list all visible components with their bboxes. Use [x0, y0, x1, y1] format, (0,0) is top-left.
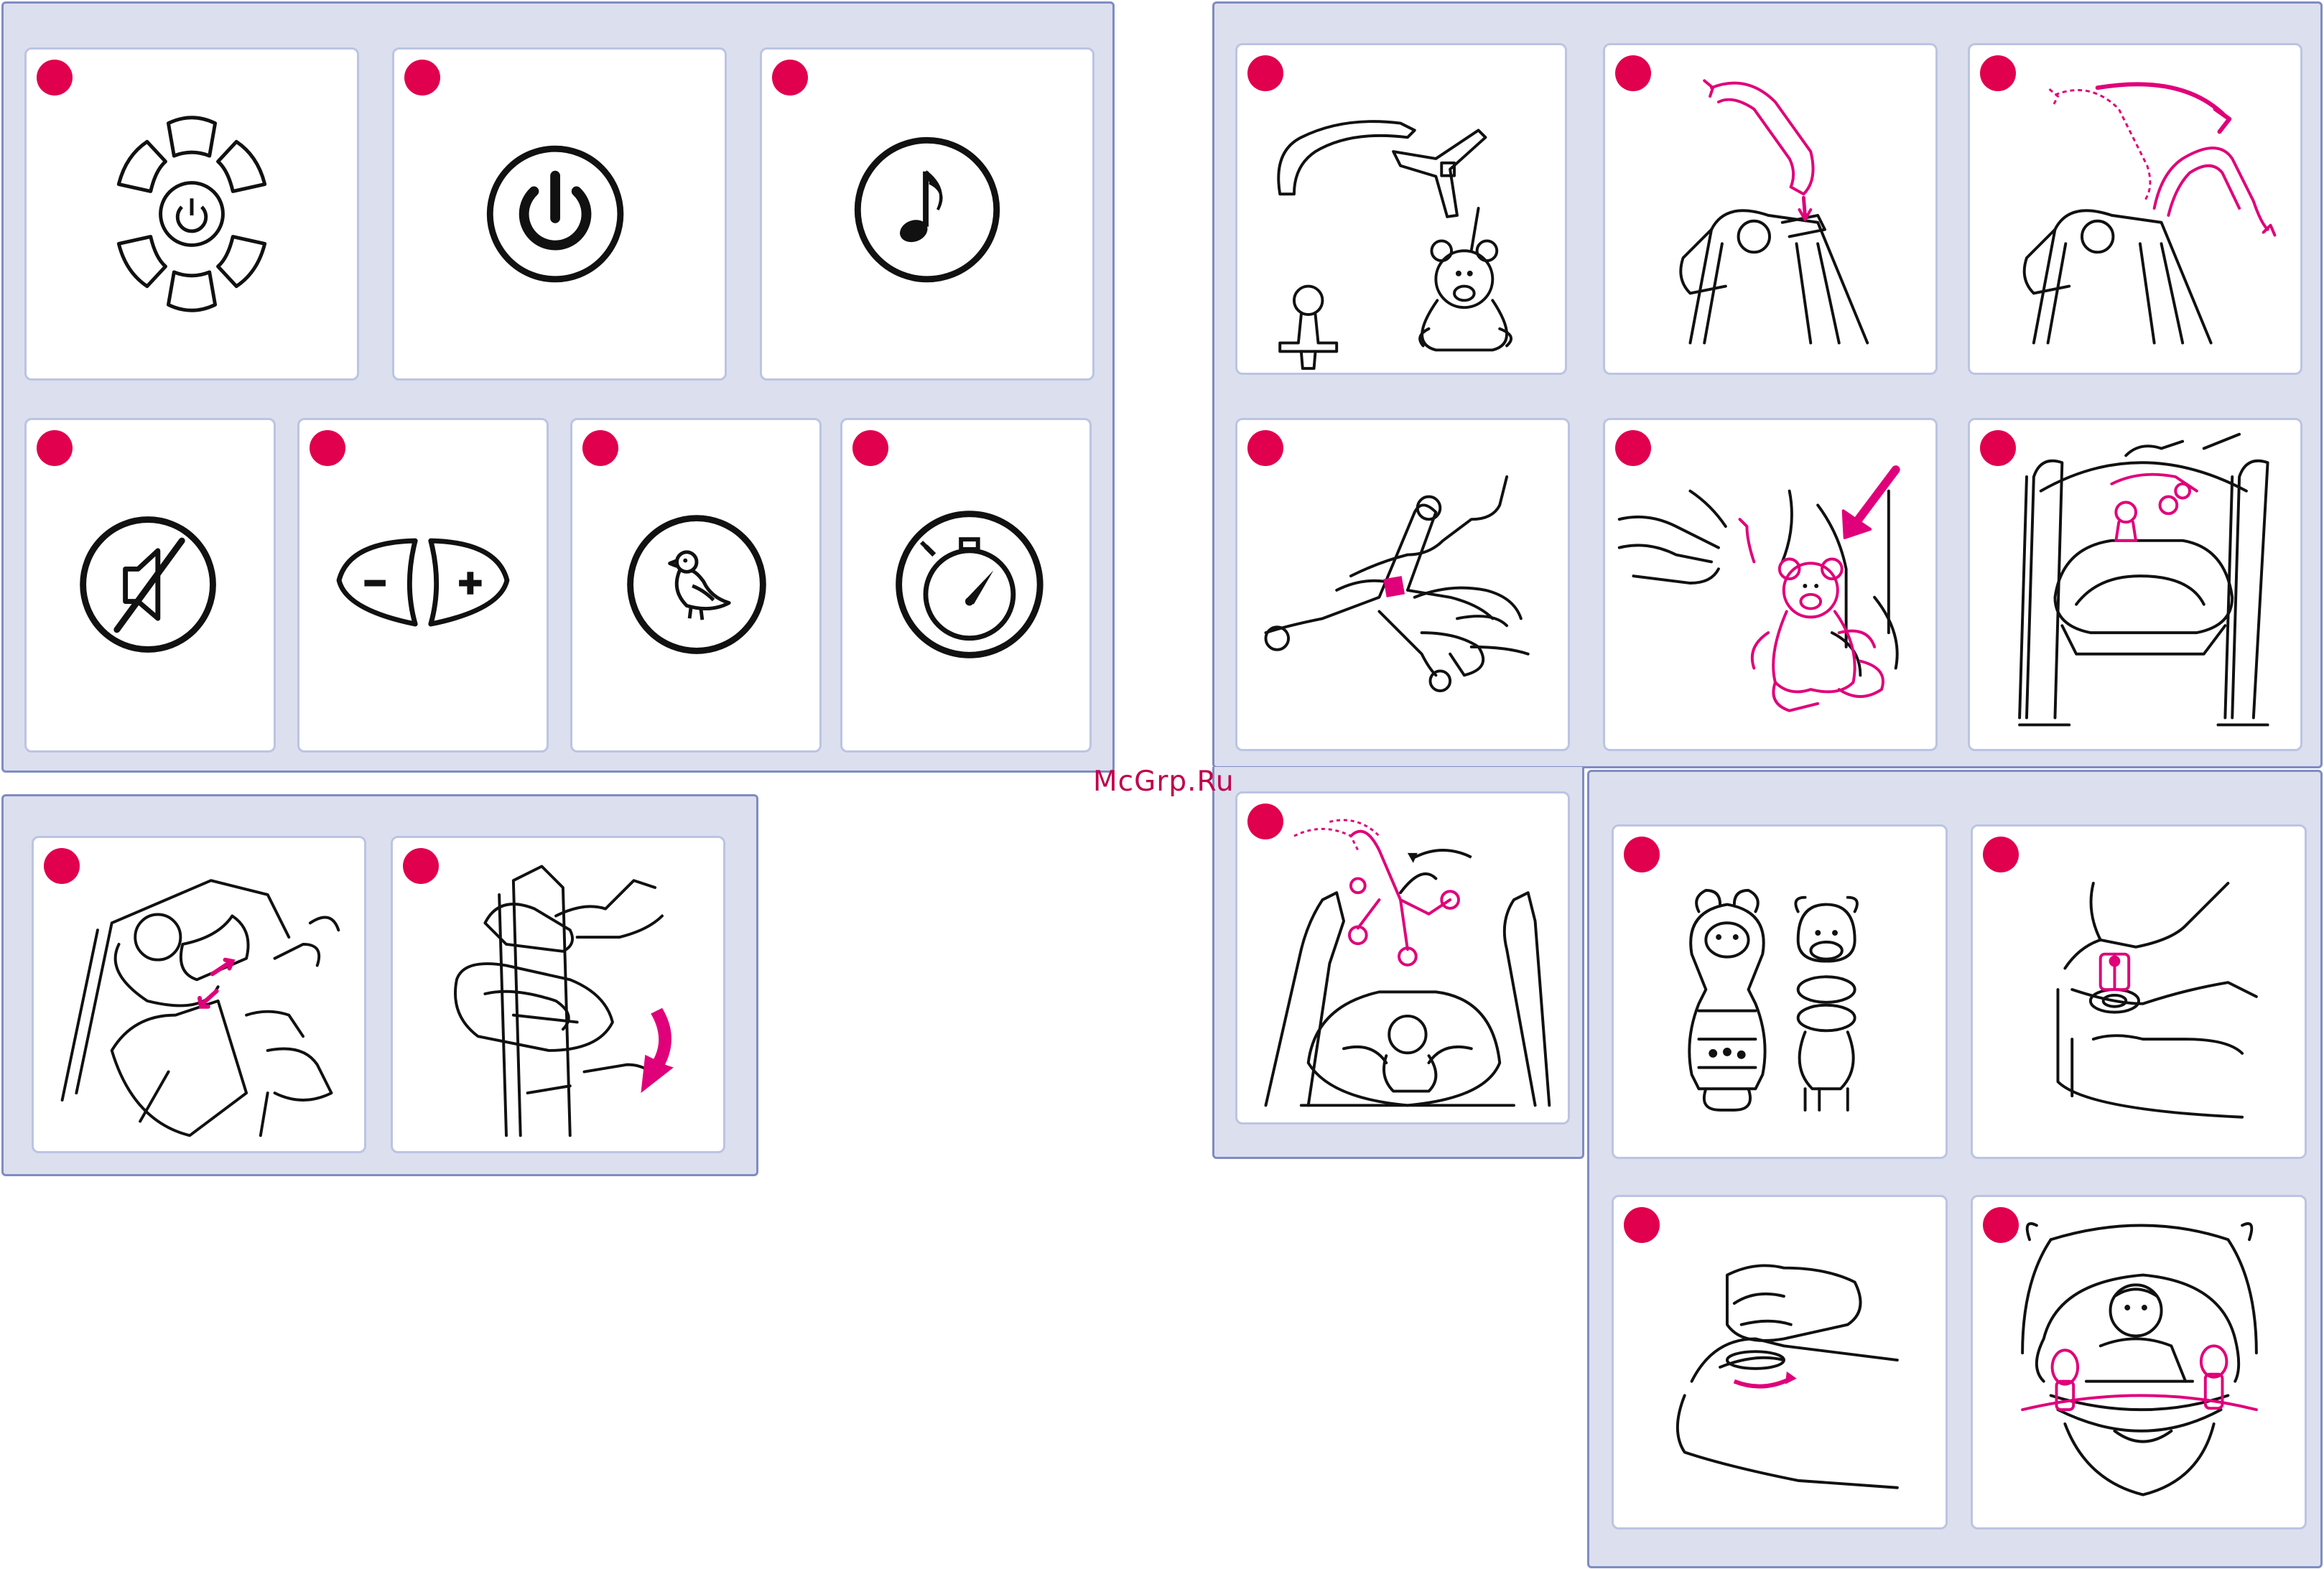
- panel-music: [760, 47, 1094, 381]
- panel-timer: [840, 418, 1092, 753]
- tray-toys-in-use-illustration: [2021, 1222, 2258, 1496]
- power-icon: [486, 145, 624, 283]
- bird-sounds-icon: [627, 515, 766, 654]
- toy-twist-lock-illustration: [1675, 1264, 1899, 1489]
- fold-frame-illustration: [453, 865, 674, 1137]
- mobile-arm-rotate-illustration: [2022, 82, 2277, 345]
- mobile-parts-illustration: [1277, 120, 1513, 371]
- panel-mute: [24, 418, 276, 753]
- panel-tray-toys: [1612, 824, 1948, 1159]
- toy-press-in-illustration: [2056, 881, 2258, 1119]
- panel-toy-attach: [1603, 418, 1938, 751]
- watermark: McGrp.Ru: [1093, 765, 1235, 798]
- recline-adjust-illustration: [60, 879, 340, 1137]
- panel-control-panel: [24, 47, 359, 381]
- panel-mobile-parts: [1235, 43, 1567, 375]
- panel-fold: [391, 836, 725, 1153]
- toy-attach-illustration: [1617, 465, 1900, 712]
- panel-power: [392, 47, 727, 381]
- mobile-hub-attach-illustration: [1264, 475, 1530, 693]
- panel-mobile-in-use: [1235, 791, 1570, 1125]
- panel-recline: [32, 836, 366, 1153]
- mobile-in-use-illustration: [1264, 819, 1551, 1107]
- volume-minus-plus-icon: [336, 538, 510, 627]
- panel-toy-twist-lock: [1612, 1195, 1948, 1530]
- panel-mobile-arm-rotate: [1968, 43, 2302, 375]
- panel-tray-toys-in-use: [1971, 1195, 2307, 1530]
- panel-mobile-installed: [1968, 418, 2302, 751]
- mute-icon: [80, 516, 216, 653]
- panel-volume: [297, 418, 549, 753]
- music-note-icon: [854, 136, 1000, 283]
- panel-bird: [570, 418, 822, 753]
- mobile-installed-illustration: [2018, 432, 2269, 727]
- power-mobile-panel-icon: [116, 116, 267, 312]
- panel-mobile-arm-insert: [1603, 43, 1938, 375]
- panel-mobile-hub-attach: [1235, 418, 1570, 751]
- timer-stopwatch-icon: [896, 511, 1044, 658]
- tray-toys-illustration: [1688, 888, 1859, 1112]
- panel-toy-press-in: [1971, 824, 2307, 1159]
- mobile-arm-insert-illustration: [1679, 79, 1869, 345]
